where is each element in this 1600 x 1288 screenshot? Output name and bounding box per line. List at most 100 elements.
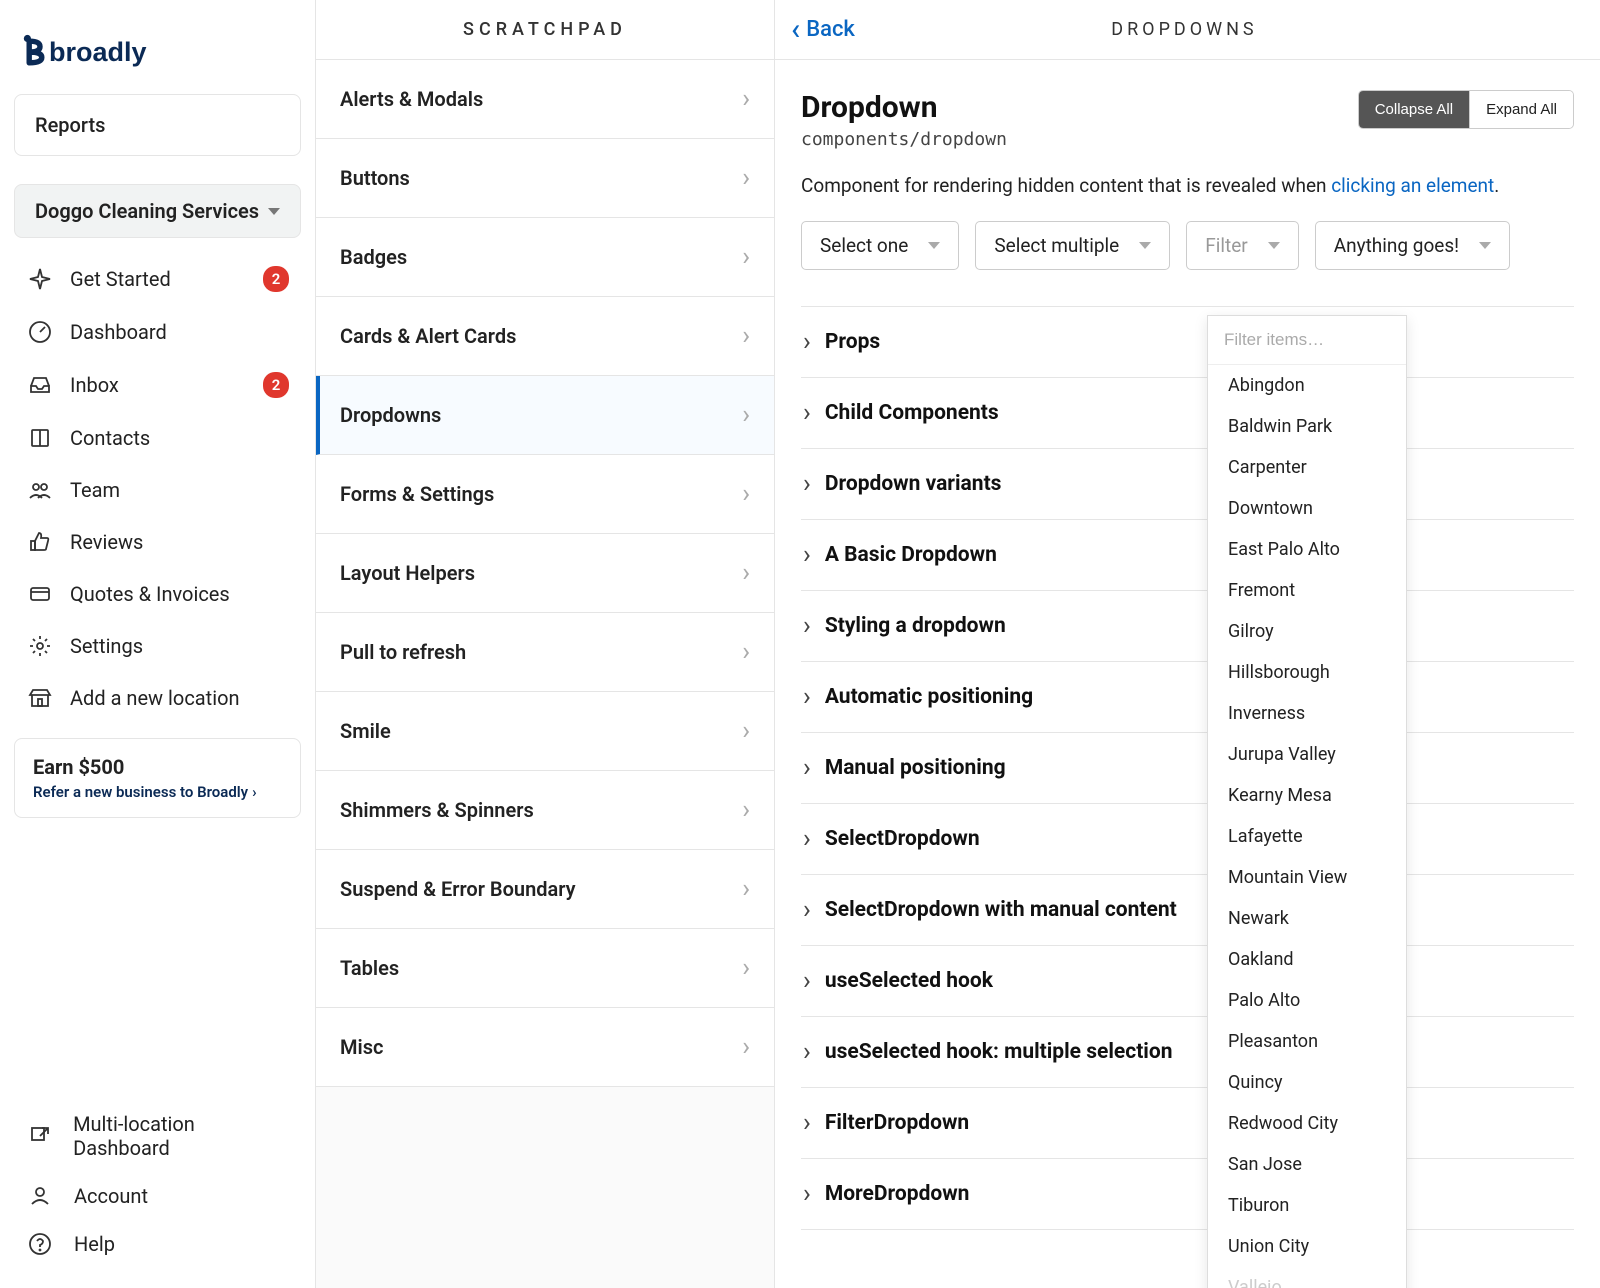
filter-option[interactable]: Palo Alto — [1208, 980, 1406, 1021]
select-multiple-dropdown[interactable]: Select multiple — [975, 221, 1170, 270]
filter-option[interactable]: Inverness — [1208, 693, 1406, 734]
component-path: components/dropdown — [801, 129, 1007, 150]
filter-option[interactable]: Carpenter — [1208, 447, 1406, 488]
section-filterdropdown[interactable]: FilterDropdown — [801, 1088, 1574, 1159]
nav-item-add-a-new-location[interactable]: Add a new location — [14, 672, 301, 724]
filter-option[interactable]: Lafayette — [1208, 816, 1406, 857]
filter-option[interactable]: Union City — [1208, 1226, 1406, 1267]
filter-option[interactable]: Downtown — [1208, 488, 1406, 529]
chevron-right-icon — [742, 400, 750, 430]
chevron-right-icon — [742, 479, 750, 509]
filter-option[interactable]: Gilroy — [1208, 611, 1406, 652]
filter-option[interactable]: Abingdon — [1208, 365, 1406, 406]
scratch-item-label: Forms & Settings — [340, 482, 494, 506]
thumb-icon — [26, 530, 54, 554]
filter-option[interactable]: Oakland — [1208, 939, 1406, 980]
nav-item-dashboard[interactable]: Dashboard — [14, 306, 301, 358]
location-selector[interactable]: Doggo Cleaning Services — [14, 184, 301, 238]
filter-option[interactable]: Jurupa Valley — [1208, 734, 1406, 775]
collapse-all-button[interactable]: Collapse All — [1359, 91, 1469, 128]
nav-item-settings[interactable]: Settings — [14, 620, 301, 672]
filter-dropdown[interactable]: Filter — [1186, 221, 1298, 270]
section-useselected-hook[interactable]: useSelected hook — [801, 946, 1574, 1017]
inbox-icon — [26, 373, 54, 397]
scratch-item-layout-helpers[interactable]: Layout Helpers — [316, 534, 774, 613]
store-icon — [26, 686, 54, 710]
bottom-nav-multi-location-dashboard[interactable]: Multi-location Dashboard — [14, 1100, 301, 1172]
filter-option[interactable]: Vallejo — [1208, 1267, 1406, 1288]
filter-option[interactable]: San Jose — [1208, 1144, 1406, 1185]
chevron-right-icon — [742, 163, 750, 193]
scratch-item-pull-to-refresh[interactable]: Pull to refresh — [316, 613, 774, 692]
chevron-right-icon — [742, 242, 750, 272]
section-child-components[interactable]: Child Components — [801, 378, 1574, 449]
filter-option[interactable]: Newark — [1208, 898, 1406, 939]
section-props[interactable]: Props — [801, 307, 1574, 378]
scratch-item-badges[interactable]: Badges — [316, 218, 774, 297]
section-automatic-positioning[interactable]: Automatic positioning — [801, 662, 1574, 733]
detail-header-title: DROPDOWNS — [855, 19, 1514, 40]
help-icon — [26, 1232, 54, 1256]
reports-button[interactable]: Reports — [14, 94, 301, 156]
section-selectdropdown[interactable]: SelectDropdown — [801, 804, 1574, 875]
svg-text:broadly: broadly — [49, 37, 147, 67]
select-one-dropdown[interactable]: Select one — [801, 221, 959, 270]
filter-option[interactable]: Redwood City — [1208, 1103, 1406, 1144]
scratch-item-tables[interactable]: Tables — [316, 929, 774, 1008]
filter-option[interactable]: Kearny Mesa — [1208, 775, 1406, 816]
scratch-item-smile[interactable]: Smile — [316, 692, 774, 771]
chevron-down-icon — [1139, 242, 1151, 249]
section-a-basic-dropdown[interactable]: A Basic Dropdown — [801, 520, 1574, 591]
nav-item-quotes-invoices[interactable]: Quotes & Invoices — [14, 568, 301, 620]
filter-option[interactable]: Fremont — [1208, 570, 1406, 611]
nav-item-contacts[interactable]: Contacts — [14, 412, 301, 464]
bottom-nav-account[interactable]: Account — [14, 1172, 301, 1220]
chevron-right-icon — [742, 795, 750, 825]
nav-item-team[interactable]: Team — [14, 464, 301, 516]
scratch-item-cards-alert-cards[interactable]: Cards & Alert Cards — [316, 297, 774, 376]
section-useselected-hook-multiple-selection[interactable]: useSelected hook: multiple selection — [801, 1017, 1574, 1088]
filter-option[interactable]: Hillsborough — [1208, 652, 1406, 693]
filter-search-input[interactable] — [1208, 316, 1406, 365]
bottom-nav-label: Multi-location Dashboard — [73, 1112, 289, 1160]
back-button[interactable]: Back — [791, 15, 855, 45]
filter-items-list: AbingdonBaldwin ParkCarpenterDowntownEas… — [1208, 365, 1406, 1288]
filter-option[interactable]: Pleasanton — [1208, 1021, 1406, 1062]
scratch-item-label: Dropdowns — [340, 403, 441, 427]
section-manual-positioning[interactable]: Manual positioning — [801, 733, 1574, 804]
earn-card[interactable]: Earn $500 Refer a new business to Broadl… — [14, 738, 301, 818]
doc-sections: PropsChild ComponentsDropdown variantsA … — [801, 306, 1574, 1230]
scratch-item-buttons[interactable]: Buttons — [316, 139, 774, 218]
scratch-item-misc[interactable]: Misc — [316, 1008, 774, 1087]
scratch-item-forms-settings[interactable]: Forms & Settings — [316, 455, 774, 534]
filter-option[interactable]: East Palo Alto — [1208, 529, 1406, 570]
chevron-right-icon — [742, 321, 750, 351]
book-icon — [26, 426, 54, 450]
nav-item-inbox[interactable]: Inbox2 — [14, 358, 301, 412]
scratch-item-shimmers-spinners[interactable]: Shimmers & Spinners — [316, 771, 774, 850]
nav-badge: 2 — [263, 266, 289, 292]
nav-item-get-started[interactable]: Get Started2 — [14, 252, 301, 306]
scratch-item-dropdowns[interactable]: Dropdowns — [316, 376, 774, 455]
scratch-item-suspend-error-boundary[interactable]: Suspend & Error Boundary — [316, 850, 774, 929]
scratch-item-alerts-modals[interactable]: Alerts & Modals — [316, 60, 774, 139]
section-selectdropdown-with-manual-content[interactable]: SelectDropdown with manual content — [801, 875, 1574, 946]
external-icon — [26, 1124, 53, 1148]
section-styling-a-dropdown[interactable]: Styling a dropdown — [801, 591, 1574, 662]
description-link[interactable]: clicking an element — [1331, 174, 1494, 197]
nav-item-reviews[interactable]: Reviews — [14, 516, 301, 568]
section-dropdown-variants[interactable]: Dropdown variants — [801, 449, 1574, 520]
card-icon — [26, 582, 54, 606]
filter-option[interactable]: Tiburon — [1208, 1185, 1406, 1226]
bottom-nav-help[interactable]: Help — [14, 1220, 301, 1268]
section-moredropdown[interactable]: MoreDropdown — [801, 1159, 1574, 1230]
filter-option[interactable]: Quincy — [1208, 1062, 1406, 1103]
scratch-item-label: Suspend & Error Boundary — [340, 877, 576, 901]
earn-subtitle: Refer a new business to Broadly › — [33, 783, 282, 801]
chevron-right-icon: › — [252, 783, 257, 801]
filter-option[interactable]: Mountain View — [1208, 857, 1406, 898]
chevron-down-icon — [928, 242, 940, 249]
anything-dropdown[interactable]: Anything goes! — [1315, 221, 1510, 270]
filter-option[interactable]: Baldwin Park — [1208, 406, 1406, 447]
expand-all-button[interactable]: Expand All — [1469, 91, 1573, 128]
